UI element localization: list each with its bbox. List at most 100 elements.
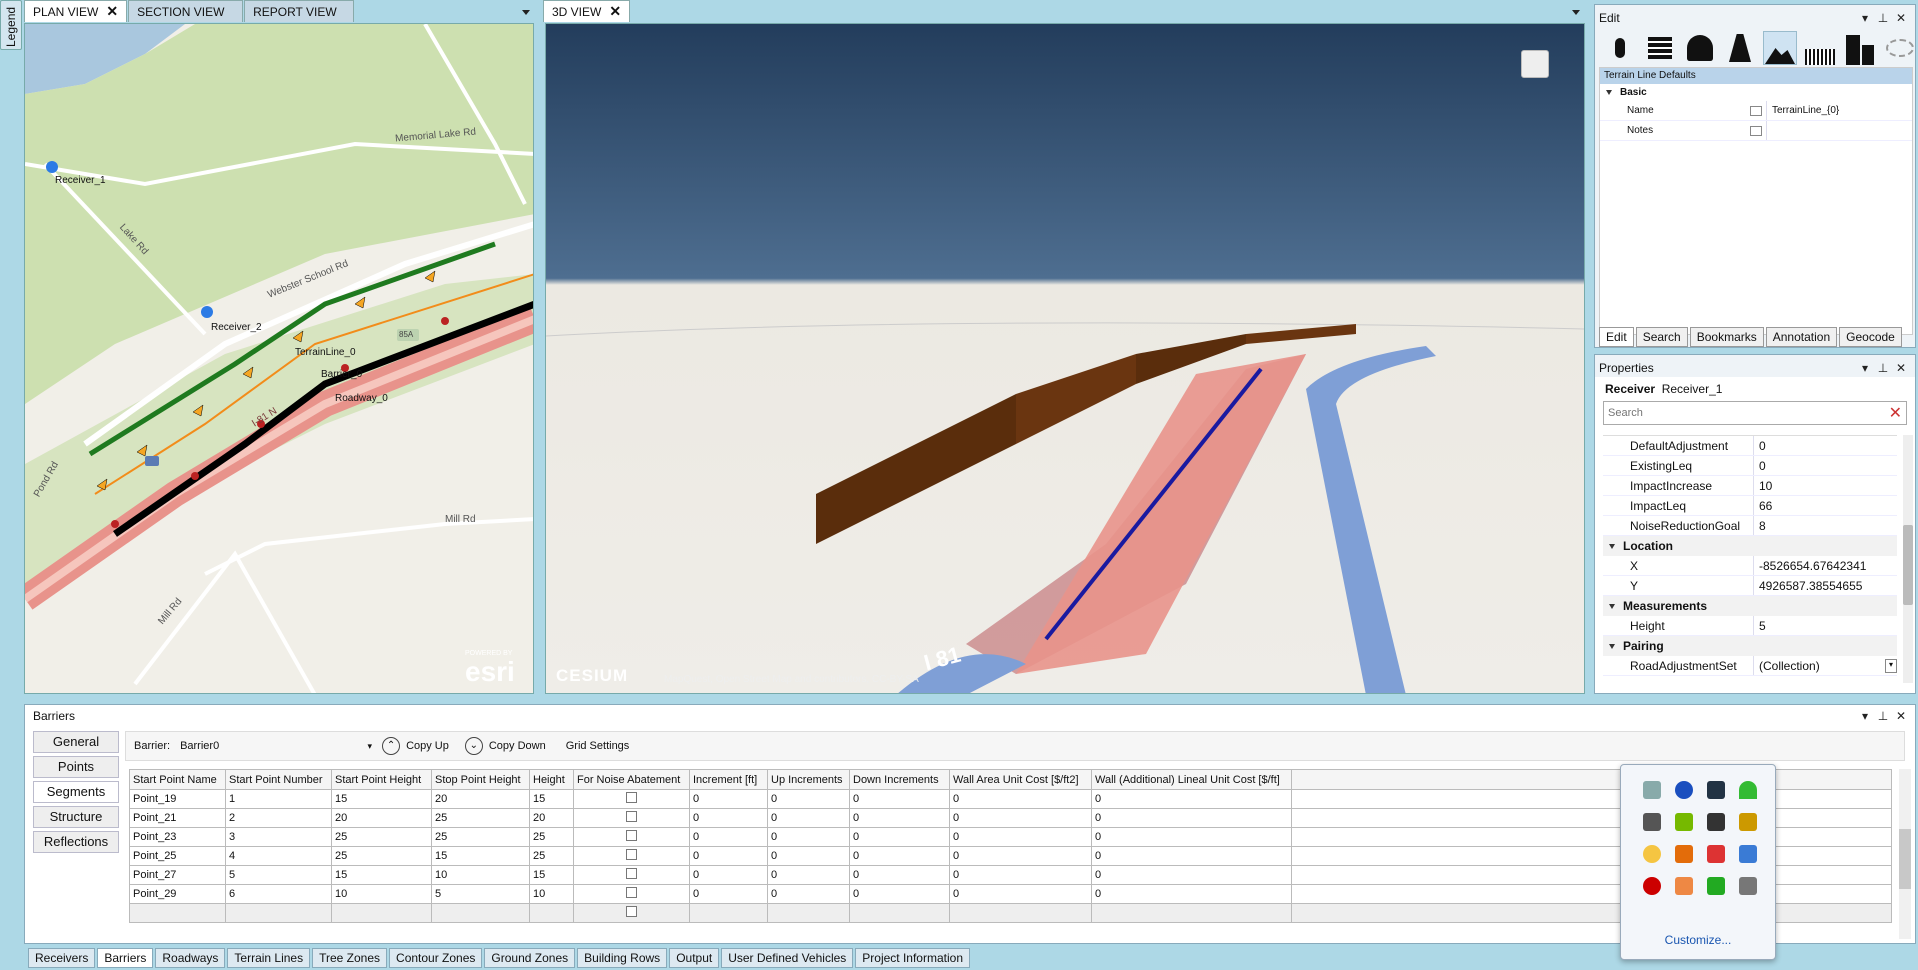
navigation-help-button[interactable] (1521, 50, 1549, 78)
cell[interactable]: 15 (331, 865, 432, 885)
cell[interactable]: 20 (431, 789, 530, 809)
column-header[interactable]: Up Increments (767, 769, 850, 790)
cell[interactable]: 20 (529, 808, 574, 828)
smiley-icon[interactable] (1643, 845, 1661, 863)
cell[interactable]: 0 (849, 884, 950, 904)
prop-row-height[interactable]: Height 5 (1603, 616, 1897, 636)
tab-roadways[interactable]: Roadways (155, 948, 226, 968)
cell[interactable]: 0 (767, 808, 850, 828)
cell[interactable]: 0 (689, 827, 768, 847)
prop-row-default-adjustment[interactable]: DefaultAdjustment 0 (1603, 436, 1897, 456)
prop-row-y[interactable]: Y 4926587.38554655 (1603, 576, 1897, 596)
cell[interactable]: 15 (529, 789, 574, 809)
grid-settings-button[interactable]: Grid Settings (566, 740, 630, 752)
pin-icon[interactable]: ⊥ (1875, 361, 1891, 375)
ground-zone-icon[interactable] (1803, 31, 1837, 65)
cell[interactable]: 0 (949, 846, 1092, 866)
column-header[interactable]: Wall (Additional) Lineal Unit Cost [$/ft… (1091, 769, 1292, 790)
cell[interactable]: 10 (529, 884, 574, 904)
prop-value[interactable]: 5 (1753, 616, 1897, 635)
cell[interactable]: 10 (431, 865, 530, 885)
prop-row-impact-increase[interactable]: ImpactIncrease 10 (1603, 476, 1897, 496)
noise-abatement-checkbox[interactable] (626, 887, 637, 898)
security-icon[interactable] (1739, 813, 1757, 831)
cell[interactable]: 0 (689, 865, 768, 885)
chevron-up-icon[interactable]: ⌃ (382, 737, 401, 755)
cell[interactable]: 0 (849, 808, 950, 828)
close-icon[interactable]: ✕ (1893, 361, 1909, 375)
green-app-icon[interactable] (1707, 877, 1725, 895)
building-icon[interactable] (1843, 31, 1877, 65)
tab-bookmarks[interactable]: Bookmarks (1689, 327, 1764, 347)
cell[interactable]: Point_25 (129, 846, 226, 866)
cell[interactable]: 0 (949, 789, 1092, 809)
cell[interactable]: Point_19 (129, 789, 226, 809)
3d-view-canvas[interactable]: CESIUM MapQuest, Open Street Map and con… (545, 23, 1585, 694)
display-icon[interactable] (1707, 781, 1725, 799)
contour-icon[interactable] (1883, 31, 1917, 65)
properties-search-input[interactable] (1608, 407, 1868, 419)
noise-abatement-checkbox[interactable] (626, 830, 637, 841)
properties-scrollbar[interactable] (1903, 435, 1913, 683)
tab-tree-zones[interactable]: Tree Zones (312, 948, 388, 968)
category-location[interactable]: Location (1603, 536, 1897, 556)
bluetooth-icon[interactable] (1675, 781, 1693, 799)
barrier-select[interactable]: Barrier0 ▾ (176, 736, 376, 756)
close-icon[interactable]: ✕ (1893, 709, 1909, 723)
eye-icon[interactable] (1643, 877, 1661, 895)
cell[interactable]: 15 (331, 789, 432, 809)
cell[interactable]: 0 (1091, 827, 1292, 847)
pin-icon[interactable]: ⊥ (1875, 11, 1891, 25)
grid-scrollbar[interactable] (1899, 769, 1911, 939)
chevron-down-icon[interactable]: ▾ (1857, 11, 1873, 25)
prop-row-noise-reduction-goal[interactable]: NoiseReductionGoal 8 (1603, 516, 1897, 536)
cell[interactable]: 2 (225, 808, 332, 828)
tab-receivers[interactable]: Receivers (28, 948, 96, 968)
copy-up-button[interactable]: Copy Up (406, 740, 449, 752)
category-measurements[interactable]: Measurements (1603, 596, 1897, 616)
prop-row-x[interactable]: X -8526654.67642341 (1603, 556, 1897, 576)
cell[interactable]: 0 (949, 884, 1092, 904)
cell[interactable]: 25 (331, 827, 432, 847)
side-tab-reflections[interactable]: Reflections (33, 831, 119, 853)
road-icon[interactable] (1723, 31, 1757, 65)
side-tab-segments[interactable]: Segments (33, 781, 119, 803)
cell[interactable]: 0 (767, 865, 850, 885)
cell[interactable]: 25 (431, 808, 530, 828)
chevron-down-icon[interactable] (522, 10, 530, 15)
side-tab-points[interactable]: Points (33, 756, 119, 778)
clear-search-icon[interactable]: ✕ (1889, 403, 1902, 423)
tab-search[interactable]: Search (1635, 327, 1688, 347)
microphone-icon[interactable] (1603, 31, 1637, 65)
cell[interactable]: 0 (949, 827, 1092, 847)
tab-user-defined-vehicles[interactable]: User Defined Vehicles (721, 948, 854, 968)
column-header[interactable]: Wall Area Unit Cost [$/ft2] (949, 769, 1092, 790)
chevron-down-icon[interactable]: ▾ (1857, 361, 1873, 375)
prop-value[interactable]: TerrainLine_{0} (1766, 101, 1912, 120)
tree-icon[interactable] (1683, 31, 1717, 65)
tab-building-rows[interactable]: Building Rows (577, 948, 668, 968)
column-header[interactable]: Stop Point Height (431, 769, 530, 790)
nvidia-icon[interactable] (1675, 813, 1693, 831)
receiver-2-marker[interactable] (201, 306, 213, 318)
terrain-point-marker[interactable] (354, 296, 366, 309)
noise-abatement-checkbox[interactable] (626, 811, 637, 822)
monitor-icon[interactable] (1707, 813, 1725, 831)
scrollbar-thumb[interactable] (1899, 829, 1911, 889)
scrollbar-thumb[interactable] (1903, 525, 1913, 605)
pen-icon[interactable] (1643, 813, 1661, 831)
copy-down-button[interactable]: Copy Down (489, 740, 546, 752)
cell[interactable]: 0 (767, 827, 850, 847)
tab-edit[interactable]: Edit (1599, 327, 1634, 347)
cell[interactable]: Point_27 (129, 865, 226, 885)
cell[interactable]: Point_29 (129, 884, 226, 904)
close-icon[interactable]: ✕ (609, 3, 621, 20)
prop-value[interactable] (1766, 121, 1912, 140)
barrier-point-marker[interactable] (191, 472, 199, 480)
cell[interactable]: 0 (949, 808, 1092, 828)
cell[interactable]: 0 (689, 789, 768, 809)
column-header[interactable]: Down Increments (849, 769, 950, 790)
prop-value[interactable]: -8526654.67642341 (1753, 556, 1897, 575)
tab-terrain-lines[interactable]: Terrain Lines (227, 948, 311, 968)
close-icon[interactable]: ✕ (1893, 11, 1909, 25)
